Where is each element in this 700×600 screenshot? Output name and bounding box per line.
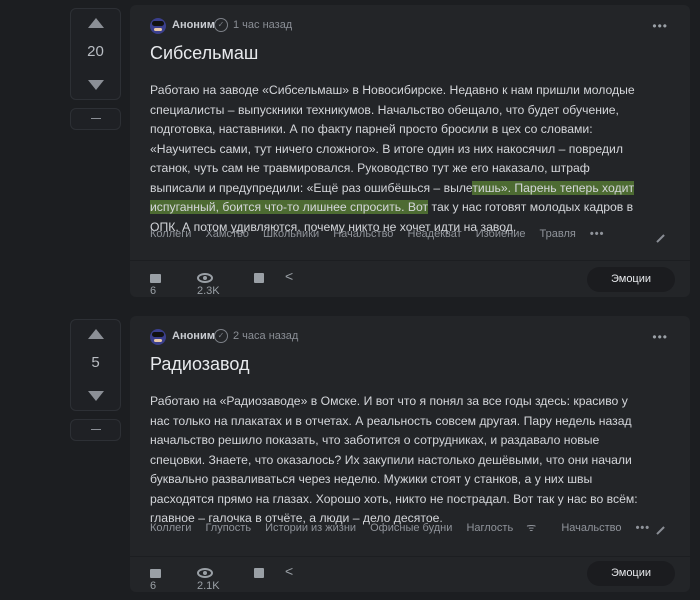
more-horizontal-icon[interactable]: ••• — [652, 19, 668, 33]
eye-icon — [197, 273, 213, 283]
author-name[interactable]: Аноним — [172, 330, 215, 342]
save-button[interactable] — [254, 273, 264, 285]
tag[interactable]: Школьники — [263, 228, 319, 240]
tag-list: Коллеги Хамство Школьники Начальство Неа… — [150, 228, 615, 240]
view-count: 2.3K — [197, 285, 220, 297]
comments-button[interactable]: 6 — [150, 273, 169, 297]
avatar[interactable] — [150, 18, 166, 34]
emotions-button[interactable]: Эмоции — [587, 561, 675, 586]
collapse-button[interactable] — [70, 419, 121, 441]
divider — [130, 556, 690, 557]
save-button[interactable] — [254, 568, 264, 580]
post-time: 2 часа назад — [233, 330, 299, 342]
tag[interactable]: Истории из жизни — [265, 522, 356, 534]
tag[interactable]: Офисные будни — [370, 522, 452, 534]
post-body: Работаю на заводе «Сибсельмаш» в Новосиб… — [150, 81, 640, 237]
share-icon — [285, 563, 295, 579]
post-body-text: Работаю на заводе «Сибсельмаш» в Новосиб… — [150, 83, 635, 195]
comment-count: 6 — [150, 285, 157, 297]
post-header: Аноним ✓ 2 часа назад ••• — [130, 316, 690, 356]
tag[interactable]: Коллеги — [150, 228, 191, 240]
arrow-down-icon[interactable] — [88, 391, 104, 401]
author-name[interactable]: Аноним — [172, 19, 215, 31]
tag[interactable]: Коллеги — [150, 522, 191, 534]
arrow-down-icon[interactable] — [88, 80, 104, 90]
tag[interactable]: Неадекват — [408, 228, 462, 240]
tag[interactable]: Хамство — [205, 228, 248, 240]
arrow-up-icon[interactable] — [88, 329, 104, 339]
eye-icon — [197, 568, 213, 578]
more-tags-icon[interactable]: ••• — [590, 228, 605, 240]
post-title[interactable]: Радиозавод — [150, 354, 250, 375]
post-body: Работаю на «Радиозаводе» в Омске. И вот … — [150, 394, 638, 525]
comment-count: 6 — [150, 580, 157, 592]
post-card: Аноним ✓ 2 часа назад ••• Радиозавод Раб… — [130, 316, 690, 592]
comment-icon — [150, 569, 161, 578]
share-button[interactable] — [285, 268, 295, 285]
more-tags-icon[interactable]: ••• — [636, 522, 651, 534]
vote-column: 20 — [70, 8, 121, 130]
comment-icon — [150, 274, 161, 283]
views-counter: 2.1K — [197, 568, 220, 592]
tag[interactable]: Начальство — [333, 228, 393, 240]
vote-column: 5 — [70, 319, 121, 441]
vote-box: 20 — [70, 8, 121, 100]
check-circle-icon: ✓ — [214, 18, 228, 32]
share-icon — [285, 268, 295, 284]
tag[interactable]: Начальство — [561, 522, 621, 534]
save-icon — [254, 568, 264, 578]
more-horizontal-icon[interactable]: ••• — [652, 330, 668, 344]
emotions-button[interactable]: Эмоции — [587, 267, 675, 292]
save-icon — [254, 273, 264, 283]
avatar[interactable] — [150, 329, 166, 345]
post-score: 20 — [87, 43, 104, 60]
comments-button[interactable]: 6 — [150, 568, 169, 592]
rss-icon: ᯤ — [526, 522, 537, 534]
tag-list: Коллеги Глупость Истории из жизни Офисны… — [150, 520, 661, 535]
post-card: Аноним ✓ 1 час назад ••• Сибсельмаш Рабо… — [130, 5, 690, 297]
tag[interactable]: Наглость ᯤ — [466, 522, 547, 534]
tag-label: Наглость — [466, 522, 514, 534]
views-counter: 2.3K — [197, 273, 220, 297]
post-time: 1 час назад — [233, 19, 293, 31]
check-circle-icon: ✓ — [214, 329, 228, 343]
tag[interactable]: Травля — [540, 228, 576, 240]
tag[interactable]: Избиение — [476, 228, 526, 240]
tag[interactable]: Глупость — [205, 522, 251, 534]
pencil-icon[interactable] — [649, 227, 665, 243]
post-score: 5 — [91, 354, 100, 371]
post-header: Аноним ✓ 1 час назад ••• — [130, 5, 690, 45]
collapse-button[interactable] — [70, 108, 121, 130]
post-title[interactable]: Сибсельмаш — [150, 43, 258, 64]
share-button[interactable] — [285, 563, 295, 580]
divider — [130, 260, 690, 261]
arrow-up-icon[interactable] — [88, 18, 104, 28]
vote-box: 5 — [70, 319, 121, 411]
view-count: 2.1K — [197, 580, 220, 592]
